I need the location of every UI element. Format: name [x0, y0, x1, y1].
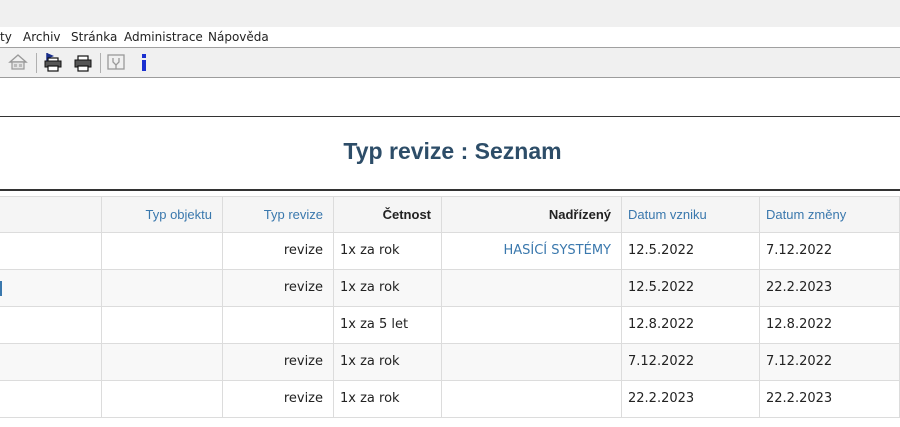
table-cell-typ-objektu — [102, 233, 223, 270]
table-cell-nadrizeny-link[interactable]: HASÍCÍ SYSTÉMY — [442, 233, 622, 270]
table-cell-typ-revize: revize — [223, 344, 334, 381]
column-header-typ-revize[interactable]: Typ revize — [223, 196, 334, 233]
table-cell-typ-revize: revize — [223, 233, 334, 270]
table-cell-typ-revize: revize — [223, 270, 334, 307]
table-cell-name — [0, 233, 102, 270]
divider — [0, 116, 900, 117]
column-header-name[interactable] — [0, 196, 102, 233]
divider — [0, 189, 900, 191]
table-cell-name — [0, 381, 102, 418]
menu-item-administrace[interactable]: Administrace — [124, 30, 203, 44]
name-link-fragment[interactable] — [0, 281, 2, 296]
table-cell-nadrizeny — [442, 270, 622, 307]
page-title: Typ revize : Seznam — [343, 138, 562, 164]
home-icon[interactable] — [8, 52, 28, 72]
table-cell-datum-vzniku: 7.12.2022 — [622, 344, 760, 381]
table-cell-name — [0, 344, 102, 381]
toolbar-separator — [36, 53, 37, 73]
table-cell-cetnost: 1x za rok — [334, 233, 442, 270]
table-cell-typ-objektu — [102, 307, 223, 344]
table-cell-datum-vzniku: 12.5.2022 — [622, 233, 760, 270]
column-header-datum-vzniku[interactable]: Datum vzniku — [622, 196, 760, 233]
column-header-cetnost[interactable]: Četnost — [334, 196, 442, 233]
menu-bar: ty Archiv Stránka Administrace Nápověda — [0, 27, 900, 47]
info-icon[interactable] — [134, 52, 154, 72]
table-cell-typ-objektu — [102, 344, 223, 381]
table-cell-typ-objektu — [102, 270, 223, 307]
table-cell-datum-zmeny: 22.2.2023 — [760, 270, 900, 307]
table-cell-datum-zmeny: 7.12.2022 — [760, 344, 900, 381]
table-cell-cetnost: 1x za rok — [334, 270, 442, 307]
toolbar — [0, 47, 900, 78]
column-header-nadrizeny[interactable]: Nadřízený — [442, 196, 622, 233]
table-cell-cetnost: 1x za rok — [334, 344, 442, 381]
table-cell-datum-vzniku: 12.8.2022 — [622, 307, 760, 344]
table-cell-typ-objektu — [102, 381, 223, 418]
table-cell-datum-zmeny: 22.2.2023 — [760, 381, 900, 418]
toolbar-separator — [100, 53, 101, 73]
print-icon[interactable] — [73, 52, 93, 72]
menu-item-archiv[interactable]: Archiv — [23, 30, 61, 44]
table-cell-datum-zmeny: 12.8.2022 — [760, 307, 900, 344]
table-cell-name — [0, 307, 102, 344]
table-cell-nadrizeny — [442, 307, 622, 344]
table-cell-typ-revize: revize — [223, 381, 334, 418]
print-flag-icon[interactable] — [43, 52, 63, 72]
plugin-icon[interactable] — [106, 52, 126, 72]
table-cell-nadrizeny — [442, 381, 622, 418]
table-cell-nadrizeny — [442, 344, 622, 381]
table-cell-cetnost: 1x za rok — [334, 381, 442, 418]
table-cell-name — [0, 270, 102, 307]
menu-item-stranka[interactable]: Stránka — [71, 30, 117, 44]
table-cell-cetnost: 1x za 5 let — [334, 307, 442, 344]
menu-item-napoveda[interactable]: Nápověda — [208, 30, 269, 44]
table-cell-datum-vzniku: 12.5.2022 — [622, 270, 760, 307]
table-cell-datum-zmeny: 7.12.2022 — [760, 233, 900, 270]
column-header-typ-objektu[interactable]: Typ objektu — [102, 196, 223, 233]
window-top-strip — [0, 0, 900, 27]
data-table: Typ objektu Typ revize Četnost Nadřízený… — [0, 196, 900, 427]
table-cell-typ-revize — [223, 307, 334, 344]
column-header-datum-zmeny[interactable]: Datum změny — [760, 196, 900, 233]
table-cell-datum-vzniku: 22.2.2023 — [622, 381, 760, 418]
menu-item-cut[interactable]: ty — [0, 30, 12, 44]
